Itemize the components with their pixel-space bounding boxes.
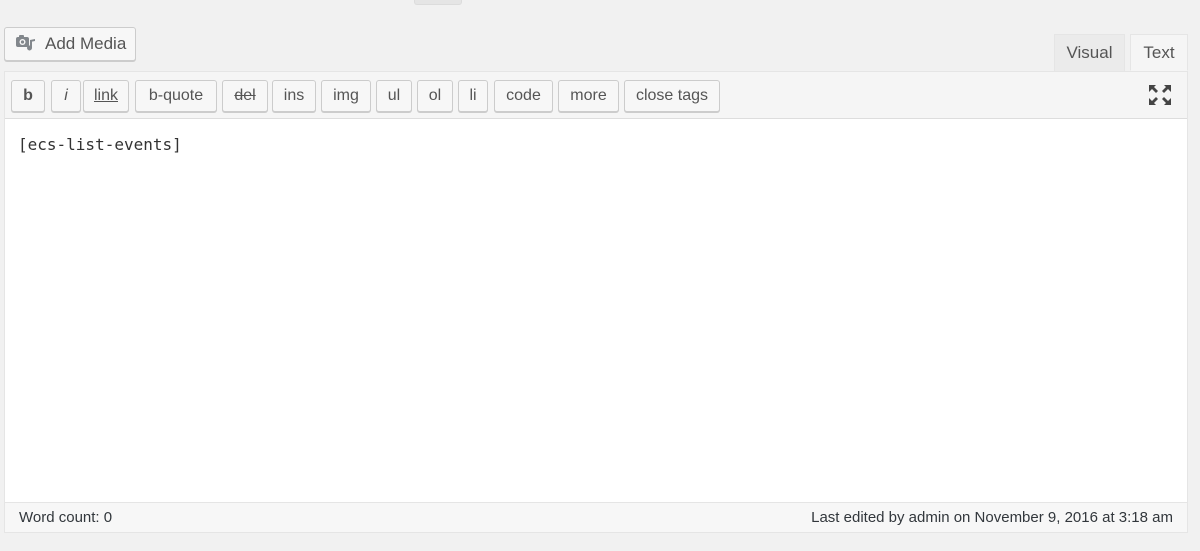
ol-label: ol [428, 87, 442, 104]
ins-label: ins [283, 87, 305, 104]
close-tags-button[interactable]: close tags [624, 80, 720, 112]
code-button[interactable]: code [494, 80, 553, 112]
ins-button[interactable]: ins [272, 80, 316, 112]
bold-label: b [23, 87, 33, 104]
del-button[interactable]: del [222, 80, 268, 112]
li-button[interactable]: li [458, 80, 488, 112]
img-label: img [333, 87, 359, 104]
del-label: del [234, 87, 256, 104]
editor-mode-tabs: Visual Text [1049, 34, 1188, 71]
bold-button[interactable]: b [11, 80, 45, 112]
tab-text[interactable]: Text [1130, 34, 1188, 71]
top-tab-stub [414, 0, 462, 5]
content-textarea[interactable]: [ecs-list-events] [5, 119, 1187, 503]
quicktags-toolbar: b i link b-quote del ins img ul ol li co… [5, 72, 1187, 119]
post-editor-screen: Add Media Visual Text b i link b-quote d… [0, 0, 1200, 551]
b-quote-label: b-quote [148, 87, 204, 104]
fullscreen-icon[interactable] [1149, 85, 1171, 105]
word-count: Word count: 0 [19, 509, 113, 526]
b-quote-button[interactable]: b-quote [135, 80, 217, 112]
close-tags-label: close tags [635, 87, 709, 104]
add-media-button[interactable]: Add Media [4, 27, 136, 61]
img-button[interactable]: img [321, 80, 371, 112]
post-status-info: Word count: 0 Last edited by admin on No… [5, 502, 1187, 532]
text-editor: b i link b-quote del ins img ul ol li co… [4, 71, 1188, 533]
code-label: code [506, 87, 541, 104]
link-button[interactable]: link [83, 80, 129, 112]
media-icon [16, 35, 35, 51]
ol-button[interactable]: ol [417, 80, 453, 112]
more-label: more [570, 87, 607, 104]
last-edited: Last edited by admin on November 9, 2016… [811, 509, 1173, 526]
italic-button[interactable]: i [51, 80, 81, 112]
content-text: [ecs-list-events] [18, 135, 182, 154]
li-label: li [469, 87, 477, 104]
italic-label: i [64, 87, 68, 104]
ul-label: ul [387, 87, 401, 104]
link-label: link [93, 87, 118, 104]
more-button[interactable]: more [558, 80, 619, 112]
add-media-label: Add Media [45, 34, 127, 53]
tab-visual[interactable]: Visual [1054, 34, 1125, 71]
ul-button[interactable]: ul [376, 80, 412, 112]
